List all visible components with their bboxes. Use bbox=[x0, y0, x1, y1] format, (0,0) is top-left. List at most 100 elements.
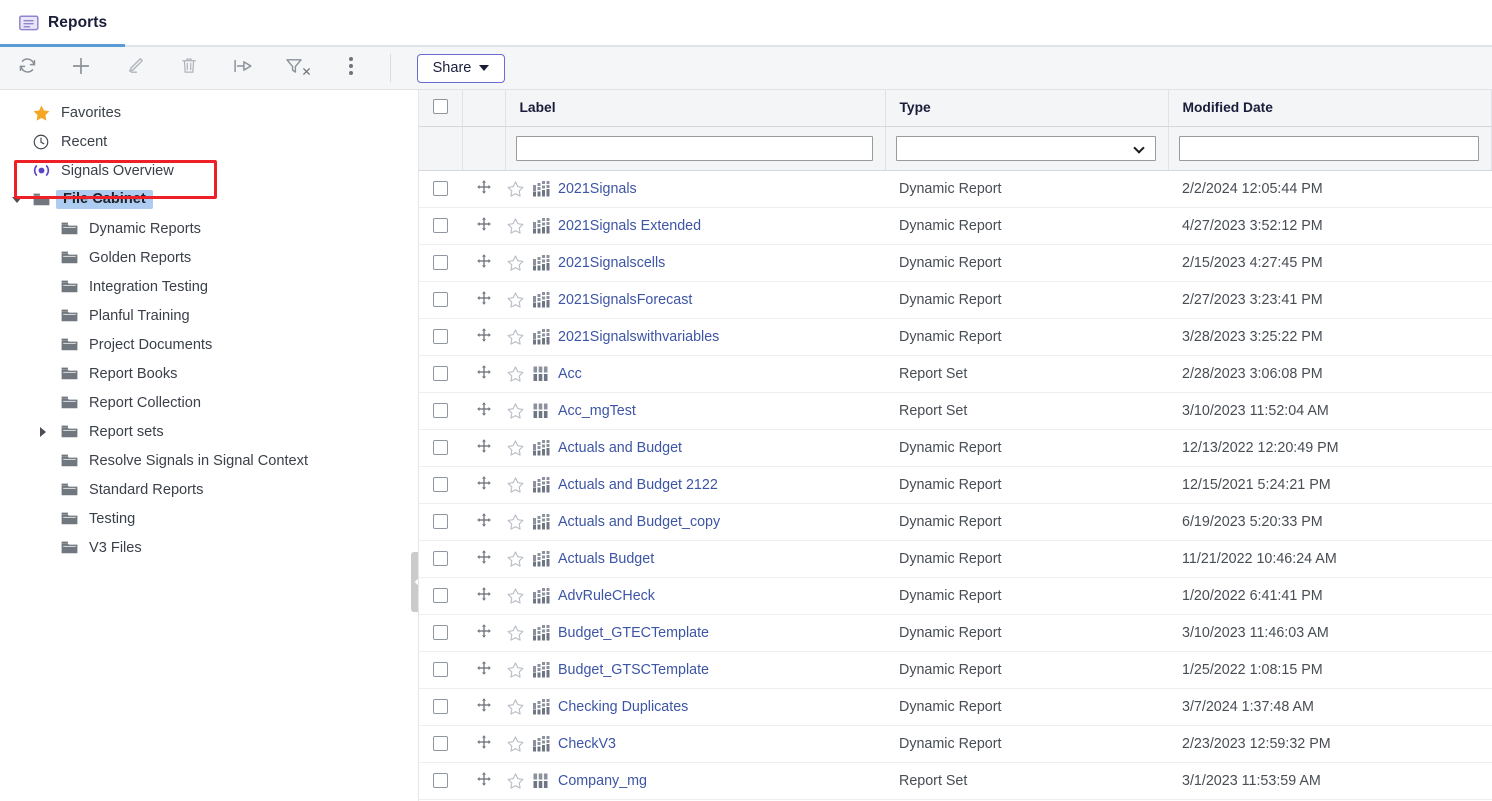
favorite-star-icon[interactable] bbox=[507, 550, 524, 567]
sidebar-item-favorites[interactable]: Favorites bbox=[0, 98, 418, 127]
sidebar-item-golden-reports[interactable]: Golden Reports bbox=[0, 243, 418, 272]
select-all-checkbox[interactable] bbox=[432, 98, 448, 114]
tab-reports[interactable]: Reports bbox=[0, 1, 126, 47]
move-handle-icon[interactable] bbox=[476, 364, 491, 383]
sidebar-item-resolve-signals-in-signal-context[interactable]: Resolve Signals in Signal Context bbox=[0, 446, 418, 475]
label-filter-input[interactable] bbox=[515, 135, 873, 161]
favorite-star-icon[interactable] bbox=[507, 735, 524, 752]
share-button[interactable]: Share bbox=[417, 53, 505, 83]
sidebar-item-file-cabinet[interactable]: File Cabinet bbox=[0, 185, 418, 214]
table-row[interactable]: Actuals and Budget Dynamic Report 12/13/20… bbox=[419, 429, 1492, 467]
row-checkbox[interactable] bbox=[433, 292, 448, 308]
table-row[interactable]: 2021SignalsForecast Dynamic Report 2/27/20… bbox=[419, 281, 1492, 319]
favorite-star-icon[interactable] bbox=[507, 772, 524, 789]
favorite-star-icon[interactable] bbox=[507, 254, 524, 271]
report-name-link[interactable]: 2021Signals bbox=[558, 181, 637, 197]
report-name-link[interactable]: Actuals and Budget_copy bbox=[558, 514, 720, 530]
column-header-type[interactable]: Type bbox=[885, 90, 1169, 127]
row-checkbox[interactable] bbox=[433, 699, 448, 715]
sidebar-item-dynamic-reports[interactable]: Dynamic Reports bbox=[0, 214, 418, 243]
delete-button[interactable] bbox=[162, 47, 216, 90]
move-handle-icon[interactable] bbox=[476, 660, 491, 679]
favorite-star-icon[interactable] bbox=[507, 624, 524, 641]
report-name-link[interactable]: 2021SignalsForecast bbox=[558, 292, 692, 308]
refresh-button[interactable] bbox=[0, 47, 54, 90]
table-row[interactable]: Checking Duplicates Dynamic Report 3/7/202… bbox=[419, 688, 1492, 726]
row-checkbox[interactable] bbox=[433, 218, 448, 234]
row-checkbox[interactable] bbox=[433, 736, 448, 752]
add-button[interactable] bbox=[54, 47, 108, 90]
move-handle-icon[interactable] bbox=[476, 327, 491, 346]
row-checkbox[interactable] bbox=[433, 477, 448, 493]
row-checkbox[interactable] bbox=[433, 440, 448, 456]
sidebar-item-project-documents[interactable]: Project Documents bbox=[0, 330, 418, 359]
sidebar-item-integration-testing[interactable]: Integration Testing bbox=[0, 272, 418, 301]
move-handle-icon[interactable] bbox=[476, 549, 491, 568]
favorite-star-icon[interactable] bbox=[507, 698, 524, 715]
table-row[interactable]: Company_mg Report Set 3/1/2023 11:53:59 AM bbox=[419, 762, 1492, 800]
move-handle-icon[interactable] bbox=[476, 771, 491, 790]
row-checkbox[interactable] bbox=[433, 551, 448, 567]
row-checkbox[interactable] bbox=[433, 366, 448, 382]
table-row[interactable]: 2021Signalswithvariables Dynamic Report 3/… bbox=[419, 318, 1492, 356]
table-row[interactable]: CheckV3 Dynamic Report 2/23/2023 12:59:32 … bbox=[419, 725, 1492, 763]
more-options-button[interactable] bbox=[324, 47, 378, 90]
table-row[interactable]: 2021Signals Extended Dynamic Report 4/27/2… bbox=[419, 207, 1492, 245]
favorite-star-icon[interactable] bbox=[507, 513, 524, 530]
type-filter-select[interactable] bbox=[895, 135, 1156, 161]
favorite-star-icon[interactable] bbox=[507, 291, 524, 308]
report-name-link[interactable]: 2021Signals Extended bbox=[558, 218, 701, 234]
column-header-modified-date[interactable]: Modified Date bbox=[1168, 90, 1492, 127]
table-row[interactable]: Acc Report Set 2/28/2023 3:06:08 PM bbox=[419, 355, 1492, 393]
sidebar-item-signals-overview[interactable]: Signals Overview bbox=[0, 156, 418, 185]
row-checkbox[interactable] bbox=[433, 255, 448, 271]
sidebar-item-planful-training[interactable]: Planful Training bbox=[0, 301, 418, 330]
report-name-link[interactable]: 2021Signalscells bbox=[558, 255, 665, 271]
sidebar-item-report-books[interactable]: Report Books bbox=[0, 359, 418, 388]
sidebar-item-report-collection[interactable]: Report Collection bbox=[0, 388, 418, 417]
clear-filter-button[interactable] bbox=[270, 47, 324, 90]
row-checkbox[interactable] bbox=[433, 625, 448, 641]
favorite-star-icon[interactable] bbox=[507, 439, 524, 456]
row-checkbox[interactable] bbox=[433, 181, 448, 197]
favorite-star-icon[interactable] bbox=[507, 365, 524, 382]
report-name-link[interactable]: Checking Duplicates bbox=[558, 699, 688, 715]
report-name-link[interactable]: Actuals and Budget bbox=[558, 440, 682, 456]
row-checkbox[interactable] bbox=[433, 329, 448, 345]
favorite-star-icon[interactable] bbox=[507, 328, 524, 345]
favorite-star-icon[interactable] bbox=[507, 587, 524, 604]
table-row[interactable]: Actuals and Budget 2122 Dynamic Report 12/… bbox=[419, 466, 1492, 504]
table-row[interactable]: Actuals and Budget_copy Dynamic Report 6/1… bbox=[419, 503, 1492, 541]
report-name-link[interactable]: Acc_mgTest bbox=[558, 403, 636, 419]
favorite-star-icon[interactable] bbox=[507, 661, 524, 678]
favorite-star-icon[interactable] bbox=[507, 217, 524, 234]
report-name-link[interactable]: CheckV3 bbox=[558, 736, 616, 752]
table-row[interactable]: Actuals Budget Dynamic Report 11/21/2022 1… bbox=[419, 540, 1492, 578]
move-button[interactable] bbox=[216, 47, 270, 90]
move-handle-icon[interactable] bbox=[476, 512, 491, 531]
report-name-link[interactable]: AdvRuleCHeck bbox=[558, 588, 655, 604]
report-name-link[interactable]: Company_mg bbox=[558, 773, 647, 789]
report-name-link[interactable]: 2021Signalswithvariables bbox=[558, 329, 719, 345]
favorite-star-icon[interactable] bbox=[507, 180, 524, 197]
chevron-down-icon[interactable] bbox=[12, 196, 22, 203]
table-row[interactable]: 2021Signalscells Dynamic Report 2/15/2023 … bbox=[419, 244, 1492, 282]
move-handle-icon[interactable] bbox=[476, 253, 491, 272]
sidebar-item-recent[interactable]: Recent bbox=[0, 127, 418, 156]
table-row[interactable]: Budget_GTECTemplate Dynamic Report 3/10/20… bbox=[419, 614, 1492, 652]
sidebar-item-report-sets[interactable]: Report sets bbox=[0, 417, 418, 446]
chevron-right-icon[interactable] bbox=[40, 426, 46, 437]
move-handle-icon[interactable] bbox=[476, 290, 491, 309]
edit-button[interactable] bbox=[108, 47, 162, 90]
report-name-link[interactable]: Budget_GTECTemplate bbox=[558, 625, 709, 641]
move-handle-icon[interactable] bbox=[476, 697, 491, 716]
move-handle-icon[interactable] bbox=[476, 179, 491, 198]
table-row[interactable]: 2021Signals Dynamic Report 2/2/2024 12:05:… bbox=[419, 170, 1492, 208]
report-name-link[interactable]: Actuals Budget bbox=[558, 551, 654, 567]
row-checkbox[interactable] bbox=[433, 514, 448, 530]
row-checkbox[interactable] bbox=[433, 588, 448, 604]
table-row[interactable]: Budget_GTSCTemplate Dynamic Report 1/25/20… bbox=[419, 651, 1492, 689]
column-header-label[interactable]: Label bbox=[505, 90, 886, 127]
table-row[interactable]: Acc_mgTest Report Set 3/10/2023 11:52:04 A… bbox=[419, 392, 1492, 430]
row-checkbox[interactable] bbox=[433, 773, 448, 789]
